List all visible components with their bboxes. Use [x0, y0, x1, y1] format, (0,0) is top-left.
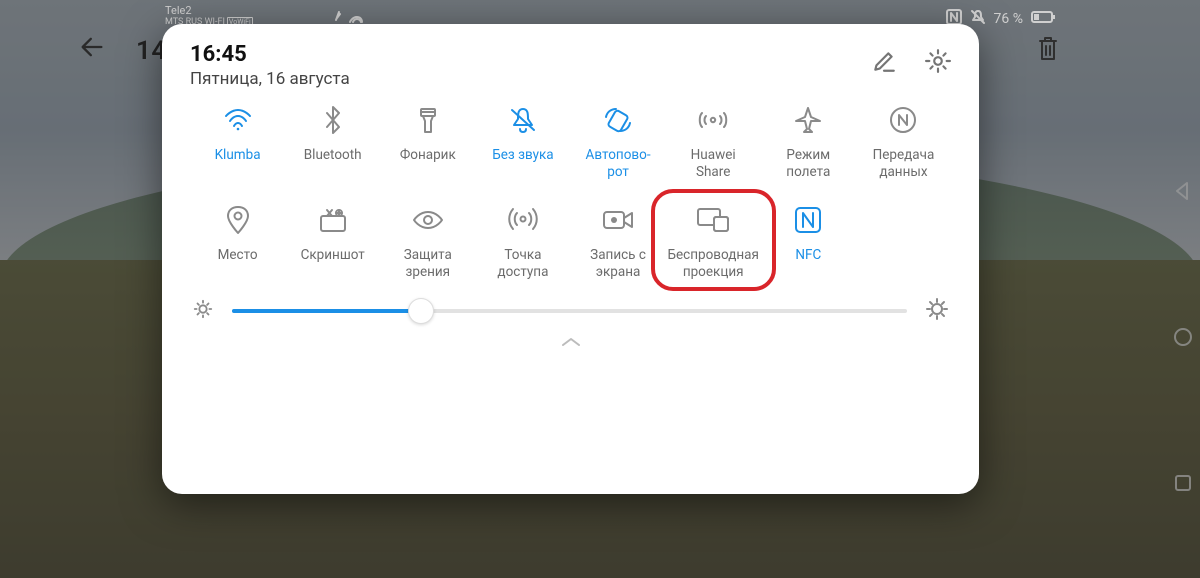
- screenshot-icon: [318, 203, 348, 237]
- brightness-thumb[interactable]: [408, 298, 434, 324]
- tile-label: Защитазрения: [404, 247, 452, 281]
- tile-nfc[interactable]: NFC: [761, 203, 856, 281]
- tile-label: Режимполета: [786, 147, 830, 181]
- tile-label: Фонарик: [400, 147, 456, 181]
- tile-record[interactable]: Запись сэкрана: [571, 203, 666, 281]
- tile-airplane[interactable]: Режимполета: [761, 103, 856, 181]
- tile-label: Скриншот: [301, 247, 365, 281]
- tile-mute[interactable]: Без звука: [475, 103, 570, 181]
- huaweishare-icon: [697, 103, 729, 137]
- tile-label: NFC: [795, 247, 821, 281]
- brightness-low-icon: [192, 298, 214, 324]
- tiles-grid: Klumba Bluetooth Фонарик Без звука Автопово-…: [190, 103, 951, 281]
- mute-icon: [508, 103, 538, 137]
- settings-icon[interactable]: [925, 48, 951, 78]
- location-icon: [226, 203, 250, 237]
- eye-icon: [412, 203, 444, 237]
- trash-icon[interactable]: [1036, 35, 1060, 67]
- tile-label: Запись сэкрана: [590, 247, 646, 281]
- tile-label: Автопово-рот: [586, 147, 651, 181]
- tile-label: Без звука: [492, 147, 553, 181]
- tile-flashlight[interactable]: Фонарик: [380, 103, 475, 181]
- tile-location[interactable]: Место: [190, 203, 285, 281]
- brightness-high-icon: [925, 297, 949, 325]
- data-icon: [889, 103, 917, 137]
- tile-eye[interactable]: Защитазрения: [380, 203, 475, 281]
- tile-label: HuaweiShare: [691, 147, 736, 181]
- tile-label: Bluetooth: [304, 147, 362, 181]
- tile-label: Klumba: [215, 147, 261, 181]
- expand-chevron-icon[interactable]: [190, 333, 951, 352]
- bluetooth-icon: [323, 103, 343, 137]
- device-status-bar: Tele2 MTS RUS WI-FI VoWiFi 76 %: [0, 3, 1200, 25]
- panel-time: 16:45: [190, 42, 871, 67]
- system-nav-bar: [1166, 120, 1200, 558]
- tile-label: Место: [218, 247, 258, 281]
- flashlight-icon: [417, 103, 439, 137]
- tile-label: Передачаданных: [873, 147, 935, 181]
- brightness-track[interactable]: [232, 309, 907, 313]
- tile-wifi[interactable]: Klumba: [190, 103, 285, 181]
- brightness-slider[interactable]: [190, 297, 951, 325]
- tile-data[interactable]: Передачаданных: [856, 103, 951, 181]
- record-icon: [602, 203, 634, 237]
- tile-label: Точкадоступа: [497, 247, 548, 281]
- airplane-icon: [793, 103, 823, 137]
- tile-bluetooth[interactable]: Bluetooth: [285, 103, 380, 181]
- panel-date: Пятница, 16 августа: [190, 69, 871, 89]
- tile-autorotate[interactable]: Автопово-рот: [571, 103, 666, 181]
- tile-label: Беспроводнаяпроекция: [667, 247, 758, 281]
- cast-icon: [696, 203, 730, 237]
- wifi-icon: [223, 103, 253, 137]
- tile-cast[interactable]: Беспроводнаяпроекция: [666, 203, 761, 281]
- edit-icon[interactable]: [871, 48, 897, 78]
- nav-back-icon[interactable]: [1173, 181, 1193, 205]
- tile-hotspot[interactable]: Точкадоступа: [475, 203, 570, 281]
- autorotate-icon: [603, 103, 633, 137]
- nav-home-icon[interactable]: [1173, 327, 1193, 351]
- hotspot-icon: [508, 203, 538, 237]
- nfc-icon: [794, 203, 822, 237]
- more-icon[interactable]: [1096, 36, 1104, 66]
- back-icon[interactable]: [78, 33, 106, 69]
- nav-recent-icon[interactable]: [1173, 473, 1193, 497]
- tile-huaweishare[interactable]: HuaweiShare: [666, 103, 761, 181]
- carrier-label: Tele2: [165, 4, 253, 17]
- tile-screenshot[interactable]: Скриншот: [285, 203, 380, 281]
- quick-settings-panel: 16:45 Пятница, 16 августа Klumba Bluetoot…: [162, 24, 979, 494]
